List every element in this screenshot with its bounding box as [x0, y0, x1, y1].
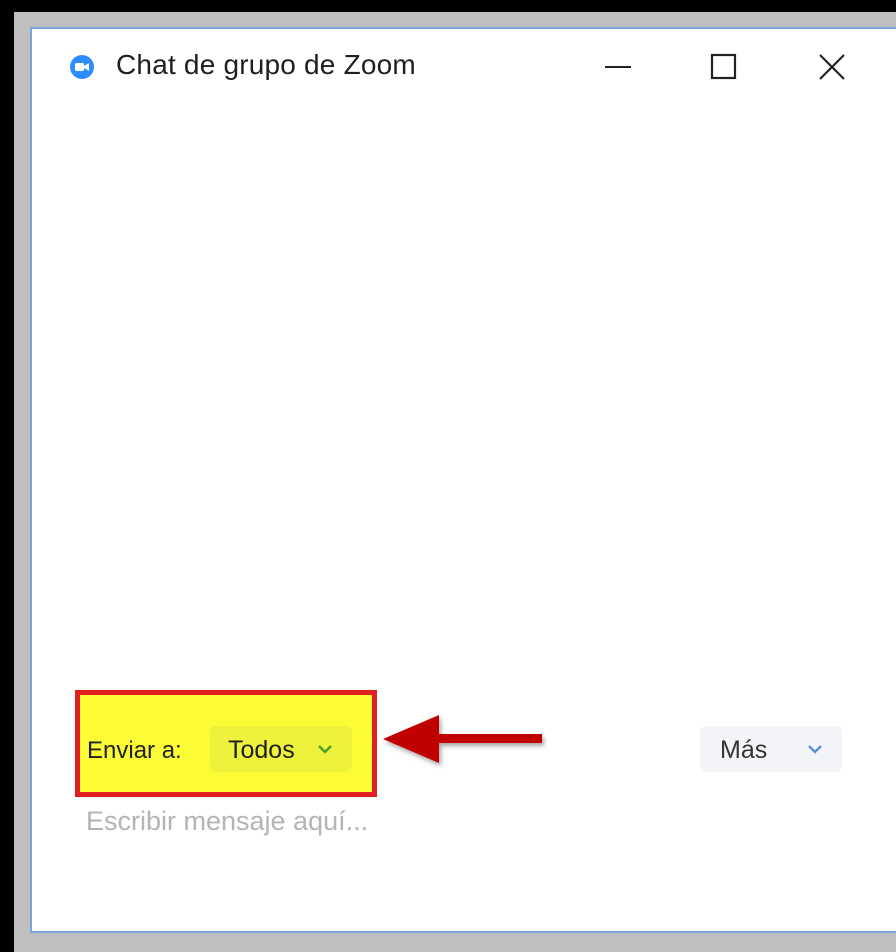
zoom-logo-icon: [70, 55, 94, 79]
chevron-down-icon: [318, 745, 332, 754]
more-button[interactable]: Más: [700, 726, 842, 772]
annotation-arrow: [383, 715, 542, 763]
recipient-dropdown[interactable]: Todos: [210, 726, 352, 772]
close-button[interactable]: [802, 43, 862, 91]
close-icon: [819, 54, 845, 80]
more-label: Más: [720, 736, 768, 764]
minimize-icon: [605, 66, 631, 68]
maximize-icon: [710, 53, 737, 80]
minimize-button[interactable]: [588, 43, 648, 91]
message-input[interactable]: [86, 799, 866, 843]
title-bar[interactable]: Chat de grupo de Zoom: [32, 29, 896, 105]
recipient-value: Todos: [228, 736, 295, 764]
send-to-label: Enviar a:: [87, 737, 182, 764]
chevron-down-icon: [808, 745, 822, 754]
maximize-button[interactable]: [694, 43, 754, 91]
window-title: Chat de grupo de Zoom: [116, 49, 416, 80]
zoom-group-chat-window: Chat de grupo de Zoom Enviar a: Todos Má…: [30, 27, 896, 933]
chat-message-list[interactable]: [32, 105, 896, 685]
